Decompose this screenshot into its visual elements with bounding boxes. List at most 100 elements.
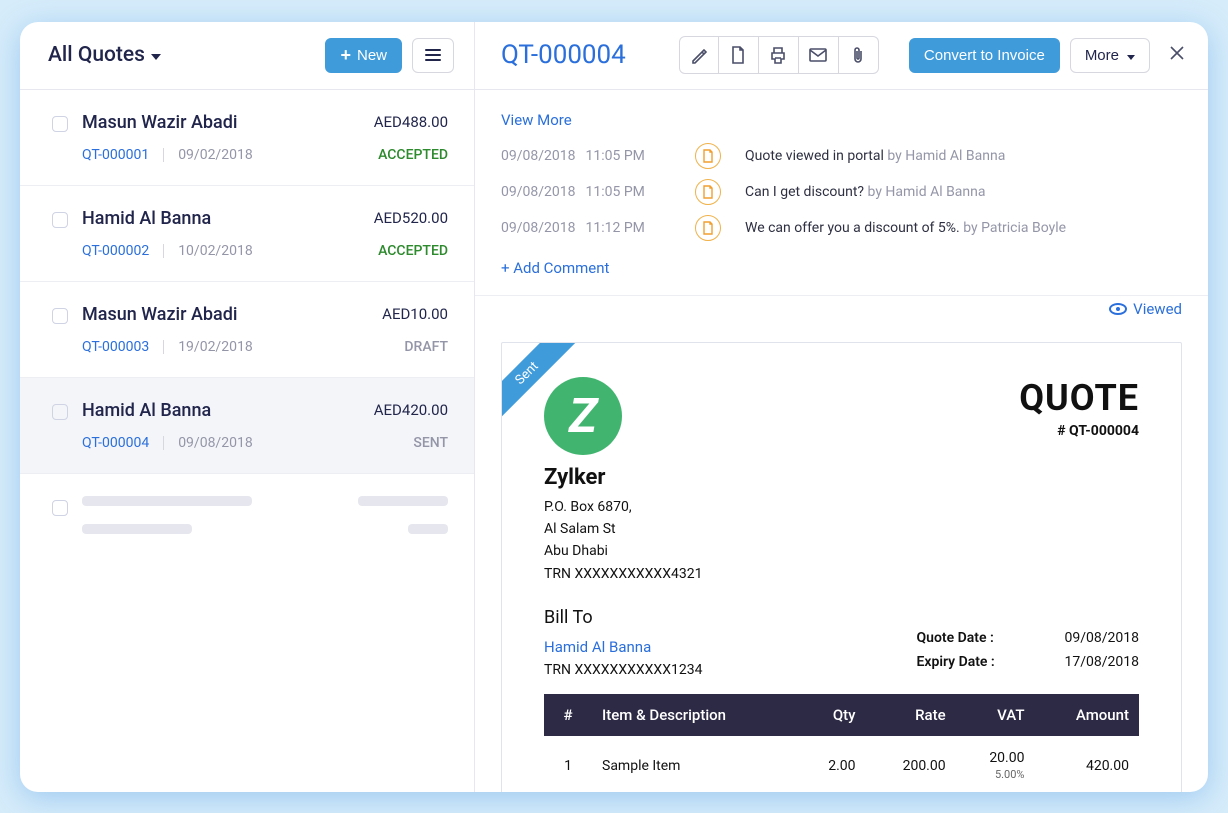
note-icon	[702, 149, 714, 163]
quote-customer-name: Hamid Al Banna	[82, 400, 211, 421]
company-trn: TRN XXXXXXXXXXX4321	[544, 563, 702, 585]
activity-row: 09/08/2018 11:05 PM Quote viewed in port…	[501, 143, 1182, 169]
quote-list-item[interactable]: Masun Wazir Abadi AED10.00 QT-000003 19/…	[20, 282, 474, 378]
skeleton-bar	[408, 524, 448, 534]
quote-date-value: 09/08/2018	[1065, 630, 1140, 646]
right-header: QT-000004 Con	[475, 22, 1208, 90]
viewed-badge: Viewed	[1109, 300, 1182, 318]
cell-vat: 20.00 5.00%	[956, 736, 1035, 791]
activity-by: by Hamid Al Banna	[868, 184, 986, 200]
meta-separator	[163, 244, 164, 258]
col-rate: Rate	[866, 694, 956, 736]
cell-item: Sample Item	[592, 736, 798, 791]
col-num: #	[544, 694, 592, 736]
attach-button[interactable]	[839, 36, 879, 74]
more-dropdown-button[interactable]: More	[1070, 38, 1150, 73]
paperclip-icon	[852, 46, 864, 64]
skeleton-bar	[82, 524, 192, 534]
cell-amount: 420.00	[1034, 736, 1139, 791]
close-detail-button[interactable]	[1168, 43, 1186, 68]
quote-amount: AED420.00	[374, 401, 448, 419]
quote-customer-name: Masun Wazir Abadi	[82, 112, 237, 133]
activity-row: 09/08/2018 11:05 PM Can I get discount? …	[501, 179, 1182, 205]
quote-customer-name: Masun Wazir Abadi	[82, 304, 237, 325]
activity-section: View More 09/08/2018 11:05 PM Quote view…	[475, 90, 1208, 296]
skeleton-bar	[82, 496, 252, 506]
quote-document: Sent Z Zylker P.O. Box 6870, Al Salam St…	[501, 342, 1182, 792]
activity-time: 11:05 PM	[586, 148, 645, 164]
activity-date: 09/08/2018	[501, 148, 576, 164]
bill-to-label: Bill To	[544, 607, 702, 628]
quote-detail-title: QT-000004	[501, 40, 626, 70]
list-menu-button[interactable]	[412, 38, 454, 73]
pdf-button[interactable]	[719, 36, 759, 74]
quotes-filter-label: All Quotes	[48, 43, 145, 67]
edit-button[interactable]	[679, 36, 719, 74]
quote-id: QT-000001	[82, 147, 149, 163]
meta-separator	[163, 340, 164, 354]
cell-vat-pct: 5.00%	[966, 768, 1025, 781]
detail-toolbar	[679, 36, 879, 74]
cell-rate: 200.00	[866, 736, 956, 791]
document-number: # QT-000004	[1019, 423, 1139, 439]
left-panel: All Quotes + New Masun Wazir Abadi	[20, 22, 475, 792]
quote-amount: AED520.00	[374, 209, 448, 227]
close-icon	[1168, 44, 1186, 62]
skeleton-bar	[358, 496, 448, 506]
bill-to-trn: TRN XXXXXXXXXXX1234	[544, 662, 702, 678]
note-icon	[702, 221, 714, 235]
expiry-date-label: Expiry Date :	[917, 654, 1017, 670]
col-amount: Amount	[1034, 694, 1139, 736]
quote-amount: AED488.00	[374, 113, 448, 131]
quote-list-item[interactable]: Hamid Al Banna AED420.00 QT-000004 09/08…	[20, 378, 474, 474]
activity-text: Can I get discount?	[745, 184, 864, 200]
meta-separator	[163, 436, 164, 450]
printer-icon	[769, 46, 787, 64]
caret-down-icon	[1127, 55, 1135, 60]
activity-text: We can offer you a discount of 5%.	[745, 220, 960, 236]
col-vat: VAT	[956, 694, 1035, 736]
col-qty: Qty	[798, 694, 866, 736]
mail-icon	[809, 48, 827, 62]
activity-note-icon	[695, 215, 721, 241]
activity-note-icon	[695, 179, 721, 205]
company-block: Z Zylker P.O. Box 6870, Al Salam St Abu …	[544, 377, 702, 586]
quote-date: 10/02/2018	[178, 243, 253, 259]
row-checkbox[interactable]	[52, 404, 68, 420]
plus-icon: +	[340, 48, 351, 62]
company-name: Zylker	[544, 465, 702, 490]
print-button[interactable]	[759, 36, 799, 74]
quote-date: 19/02/2018	[178, 339, 253, 355]
col-item: Item & Description	[592, 694, 798, 736]
hamburger-icon	[425, 49, 441, 61]
left-header: All Quotes + New	[20, 22, 474, 90]
quote-list-item[interactable]: Hamid Al Banna AED520.00 QT-000002 10/02…	[20, 186, 474, 282]
activity-by: by Hamid Al Banna	[887, 148, 1005, 164]
quote-id: QT-000002	[82, 243, 149, 259]
convert-to-invoice-button[interactable]: Convert to Invoice	[909, 38, 1060, 73]
new-quote-button[interactable]: + New	[325, 38, 402, 73]
email-button[interactable]	[799, 36, 839, 74]
row-checkbox[interactable]	[52, 212, 68, 228]
expiry-date-value: 17/08/2018	[1065, 654, 1140, 670]
row-checkbox	[52, 500, 68, 516]
quote-status: ACCEPTED	[378, 243, 448, 259]
bill-to-name[interactable]: Hamid Al Banna	[544, 638, 702, 656]
company-addr-line: Abu Dhabi	[544, 540, 702, 562]
row-checkbox[interactable]	[52, 116, 68, 132]
quote-list-item-skeleton	[20, 474, 474, 556]
row-checkbox[interactable]	[52, 308, 68, 324]
quote-list-item[interactable]: Masun Wazir Abadi AED488.00 QT-000001 09…	[20, 90, 474, 186]
bill-to-block: Bill To Hamid Al Banna TRN XXXXXXXXXXX12…	[544, 607, 702, 678]
add-comment-link[interactable]: + Add Comment	[501, 259, 609, 277]
view-more-link[interactable]: View More	[501, 111, 572, 129]
quotes-filter-dropdown[interactable]: All Quotes	[48, 43, 161, 67]
quote-status: DRAFT	[404, 339, 448, 355]
activity-date: 09/08/2018	[501, 220, 576, 236]
quote-date: 09/08/2018	[178, 435, 253, 451]
activity-row: 09/08/2018 11:12 PM We can offer you a d…	[501, 215, 1182, 241]
quote-date-label: Quote Date :	[917, 630, 1017, 646]
file-pdf-icon	[730, 46, 746, 64]
line-items-table: # Item & Description Qty Rate VAT Amount…	[544, 694, 1139, 791]
caret-down-icon	[151, 54, 161, 60]
